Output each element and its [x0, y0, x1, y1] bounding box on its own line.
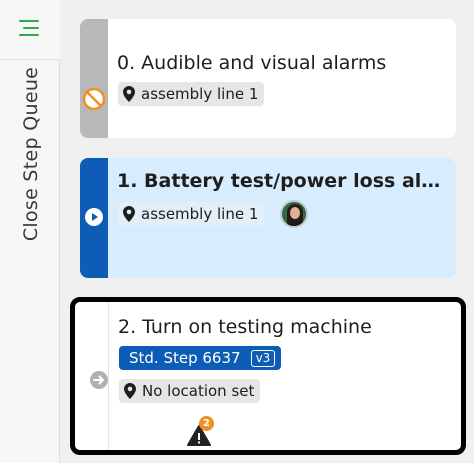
step-card-0[interactable]: 0. Audible and visual alarms assembly li… — [80, 19, 456, 138]
location-label: assembly line 1 — [141, 85, 259, 103]
step-title: 0. Audible and visual alarms — [117, 52, 387, 74]
close-step-queue-button[interactable]: Close Step Queue — [20, 67, 42, 241]
warning-indicator[interactable]: 2 — [186, 416, 216, 446]
step-card-2[interactable]: 2. Turn on testing machine Std. Step 663… — [70, 297, 466, 455]
step-title: 2. Turn on testing machine — [118, 316, 372, 338]
warning-count-badge: 2 — [199, 416, 214, 431]
menu-button[interactable] — [0, 0, 60, 60]
play-icon — [82, 205, 106, 229]
skipped-icon — [82, 87, 106, 111]
step-queue-rail: Close Step Queue — [0, 0, 60, 463]
location-pin-icon — [123, 206, 135, 222]
location-label: assembly line 1 — [141, 205, 259, 223]
location-chip: No location set — [119, 379, 261, 403]
std-step-label: Std. Step 6637 — [129, 349, 241, 367]
menu-icon — [19, 19, 41, 40]
std-step-badge[interactable]: Std. Step 6637 v3 — [119, 346, 282, 370]
location-chip: assembly line 1 — [118, 82, 265, 106]
location-pin-icon — [123, 86, 135, 102]
step-title: 1. Battery test/power loss al... — [117, 170, 442, 192]
arrow-right-icon — [87, 368, 111, 392]
std-step-version: v3 — [250, 349, 276, 367]
location-chip: assembly line 1 — [118, 202, 265, 226]
location-pin-icon — [124, 383, 136, 399]
step-card-1[interactable]: 1. Battery test/power loss al... assembl… — [80, 158, 456, 278]
step-status-strip — [80, 19, 108, 138]
assignee-avatar — [280, 200, 308, 228]
location-label: No location set — [142, 382, 255, 400]
